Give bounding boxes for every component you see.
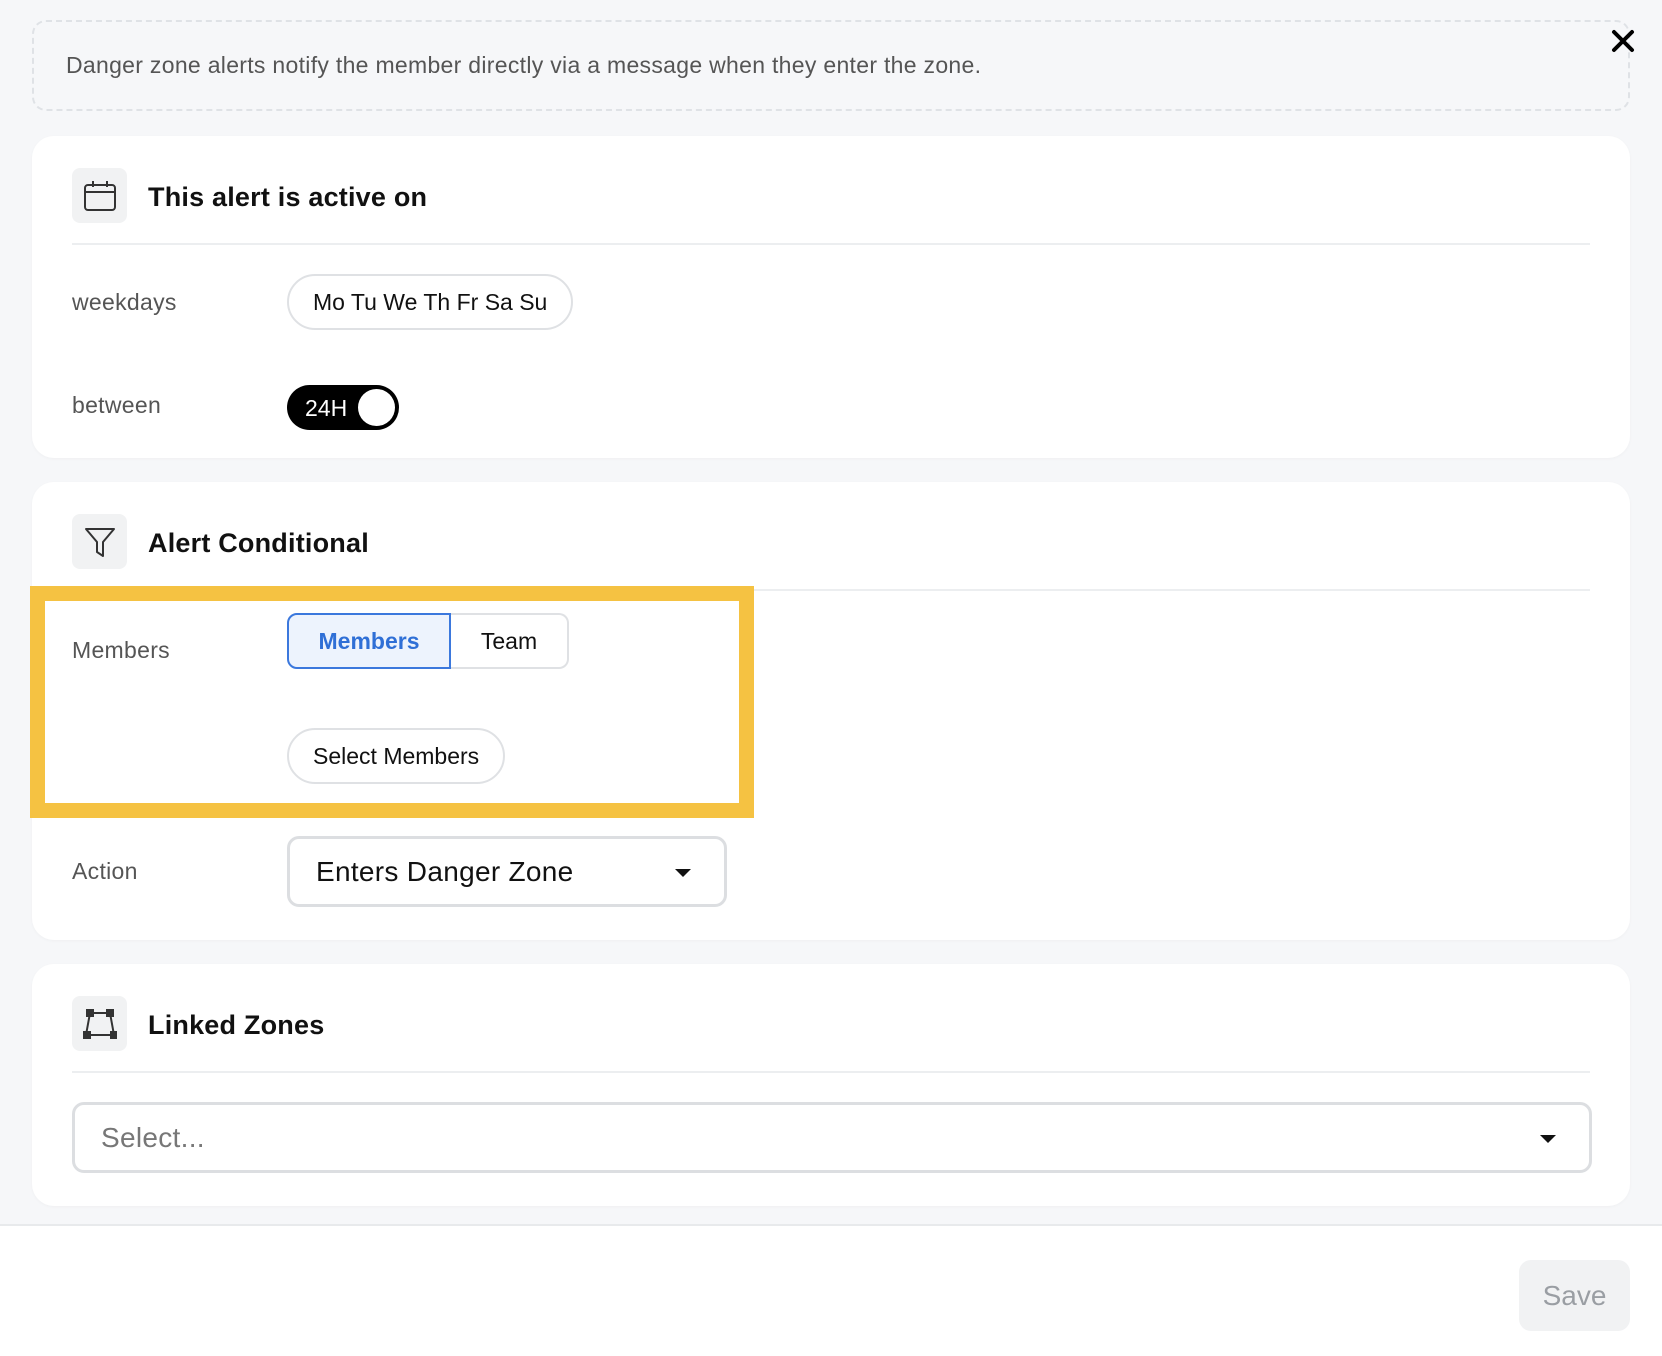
members-label: Members: [72, 637, 170, 663]
filter-icon: [84, 527, 115, 557]
toggle-knob: [358, 389, 395, 426]
close-button[interactable]: [1606, 24, 1640, 58]
filter-icon-tile: [72, 514, 127, 569]
toggle-label: 24H: [305, 395, 348, 421]
select-members-button[interactable]: Select Members: [287, 728, 506, 784]
polygon-icon: [82, 1008, 117, 1039]
info-banner: Danger zone alerts notify the member dir…: [32, 20, 1630, 111]
conditional-header: Alert Conditional: [72, 514, 1590, 591]
linked-zones-dropdown[interactable]: Select...: [72, 1102, 1592, 1173]
schedule-card: This alert is active on weekdays Mo Tu W…: [32, 136, 1630, 458]
conditional-title: Alert Conditional: [148, 528, 369, 558]
schedule-header: This alert is active on: [72, 168, 1590, 245]
save-button[interactable]: Save: [1519, 1260, 1630, 1331]
chevron-down-icon: [675, 869, 691, 877]
linked-zones-header: Linked Zones: [72, 996, 1590, 1073]
info-text: Danger zone alerts notify the member dir…: [66, 52, 982, 78]
members-team-segmented-control: Members Team: [287, 613, 569, 669]
action-dropdown[interactable]: Enters Danger Zone: [287, 836, 727, 907]
24h-toggle[interactable]: 24H: [287, 385, 399, 430]
weekdays-label: weekdays: [72, 289, 177, 315]
segment-team[interactable]: Team: [451, 613, 569, 669]
segment-members[interactable]: Members: [287, 613, 451, 669]
conditional-card: Alert Conditional Members Members Team S…: [32, 482, 1630, 940]
between-label: between: [72, 392, 162, 418]
close-icon: [1612, 30, 1634, 52]
footer-bar: Save: [0, 1224, 1662, 1356]
linked-zones-title: Linked Zones: [148, 1010, 325, 1040]
schedule-title: This alert is active on: [148, 182, 428, 212]
alert-settings-page: Danger zone alerts notify the member dir…: [0, 0, 1662, 1356]
action-label: Action: [72, 858, 138, 884]
calendar-icon-tile: [72, 168, 127, 223]
select-members-label: Select Members: [313, 742, 480, 769]
linked-zones-card: Linked Zones Select...: [32, 964, 1630, 1206]
calendar-icon: [83, 180, 116, 211]
polygon-icon-tile: [72, 996, 127, 1051]
action-value: Enters Danger Zone: [316, 855, 574, 887]
weekdays-selector[interactable]: Mo Tu We Th Fr Sa Su: [287, 274, 574, 330]
chevron-down-icon: [1540, 1135, 1556, 1143]
weekdays-value: Mo Tu We Th Fr Sa Su: [313, 288, 548, 315]
linked-zones-placeholder: Select...: [101, 1121, 205, 1153]
